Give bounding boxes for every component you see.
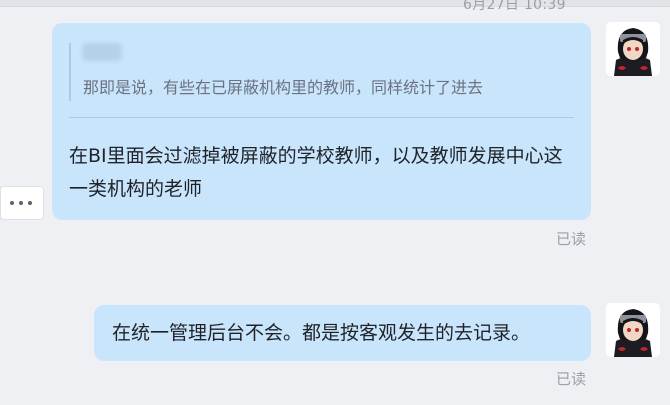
ninja-avatar-icon (606, 22, 660, 76)
read-status: 已读 (556, 230, 587, 248)
quote-divider (69, 117, 574, 118)
avatar[interactable] (606, 303, 660, 357)
message-bubble[interactable]: 那即是说，有些在已屏蔽机构里的教师，同样统计了进去 在BI里面会过滤掉被屏蔽的学… (52, 23, 591, 220)
quote-bar (69, 43, 71, 101)
more-dots-icon (10, 201, 32, 205)
message-timestamp: 6月27日 10:39 (463, 0, 566, 13)
quoted-sender-name (82, 43, 122, 61)
avatar[interactable] (606, 22, 660, 76)
read-status: 已读 (556, 370, 587, 388)
message-bubble[interactable]: 在统一管理后台不会。都是按客观发生的去记录。 (94, 305, 591, 361)
message-text: 在BI里面会过滤掉被屏蔽的学校教师，以及教师发展中心这一类机构的老师 (69, 145, 563, 200)
quoted-message-text: 那即是说，有些在已屏蔽机构里的教师，同样统计了进去 (83, 78, 484, 97)
more-actions-button[interactable] (0, 186, 44, 220)
ninja-avatar-icon (606, 303, 660, 357)
top-divider (0, 0, 670, 7)
message-text: 在统一管理后台不会。都是按客观发生的去记录。 (112, 322, 531, 344)
